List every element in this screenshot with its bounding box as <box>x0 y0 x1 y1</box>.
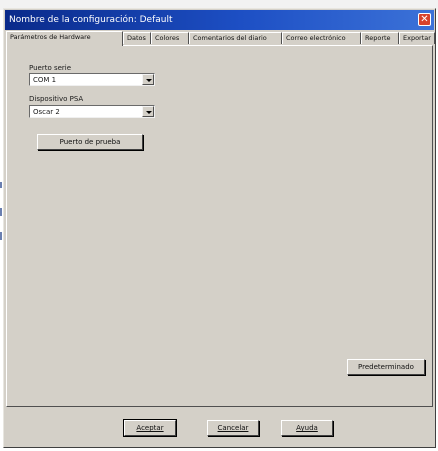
serial-port-select[interactable]: COM 1 <box>29 73 155 86</box>
tab-label: Correo electrónico <box>286 34 346 42</box>
tab-email[interactable]: Correo electrónico <box>282 32 361 44</box>
test-port-button[interactable]: Puerto de prueba <box>37 134 143 150</box>
edge-mark <box>0 232 2 240</box>
cancel-button-label: Cancelar <box>217 424 249 432</box>
tab-data[interactable]: Datos <box>123 32 151 44</box>
tab-label: Comentarios del diario <box>193 34 267 42</box>
tab-label: Exportar <box>403 34 431 42</box>
chevron-down-icon[interactable] <box>142 74 154 85</box>
chevron-down-icon[interactable] <box>142 106 154 117</box>
tab-label: Reporte <box>365 34 391 42</box>
psa-device-value: Oscar 2 <box>33 108 60 116</box>
edge-mark <box>0 208 2 216</box>
tab-label: Datos <box>127 34 146 42</box>
edge-mark <box>0 182 2 188</box>
cancel-button[interactable]: Cancelar <box>207 420 259 436</box>
accept-button-label: Aceptar <box>136 424 164 432</box>
tab-diary-comments[interactable]: Comentarios del diario <box>189 32 282 44</box>
hardware-parameters-panel: Puerto serie COM 1 Dispositivo PSA Oscar… <box>6 45 433 407</box>
tab-label: Parámetros de Hardware <box>10 33 91 41</box>
title-bar[interactable]: Nombre de la configuración: Default ✕ <box>5 10 434 30</box>
tab-hardware-parameters[interactable]: Parámetros de Hardware <box>6 31 123 46</box>
help-button-label: Ayuda <box>296 424 318 432</box>
help-button[interactable]: Ayuda <box>281 420 333 436</box>
tab-strip: Parámetros de Hardware Datos Colores Com… <box>6 31 435 46</box>
serial-port-label: Puerto serie <box>29 64 72 72</box>
close-button[interactable]: ✕ <box>418 13 431 26</box>
tab-label: Colores <box>155 34 180 42</box>
defaults-button[interactable]: Predeterminado <box>347 359 425 375</box>
tab-colors[interactable]: Colores <box>151 32 189 44</box>
psa-device-select[interactable]: Oscar 2 <box>29 105 155 118</box>
psa-device-label: Dispositivo PSA <box>29 95 84 103</box>
close-icon: ✕ <box>420 14 429 25</box>
accept-button[interactable]: Aceptar <box>123 419 177 437</box>
window-title: Nombre de la configuración: Default <box>9 15 173 25</box>
serial-port-value: COM 1 <box>33 76 57 84</box>
tab-export[interactable]: Exportar <box>399 32 435 44</box>
configuration-dialog: Nombre de la configuración: Default ✕ Pa… <box>3 8 436 448</box>
tab-report[interactable]: Reporte <box>361 32 399 44</box>
